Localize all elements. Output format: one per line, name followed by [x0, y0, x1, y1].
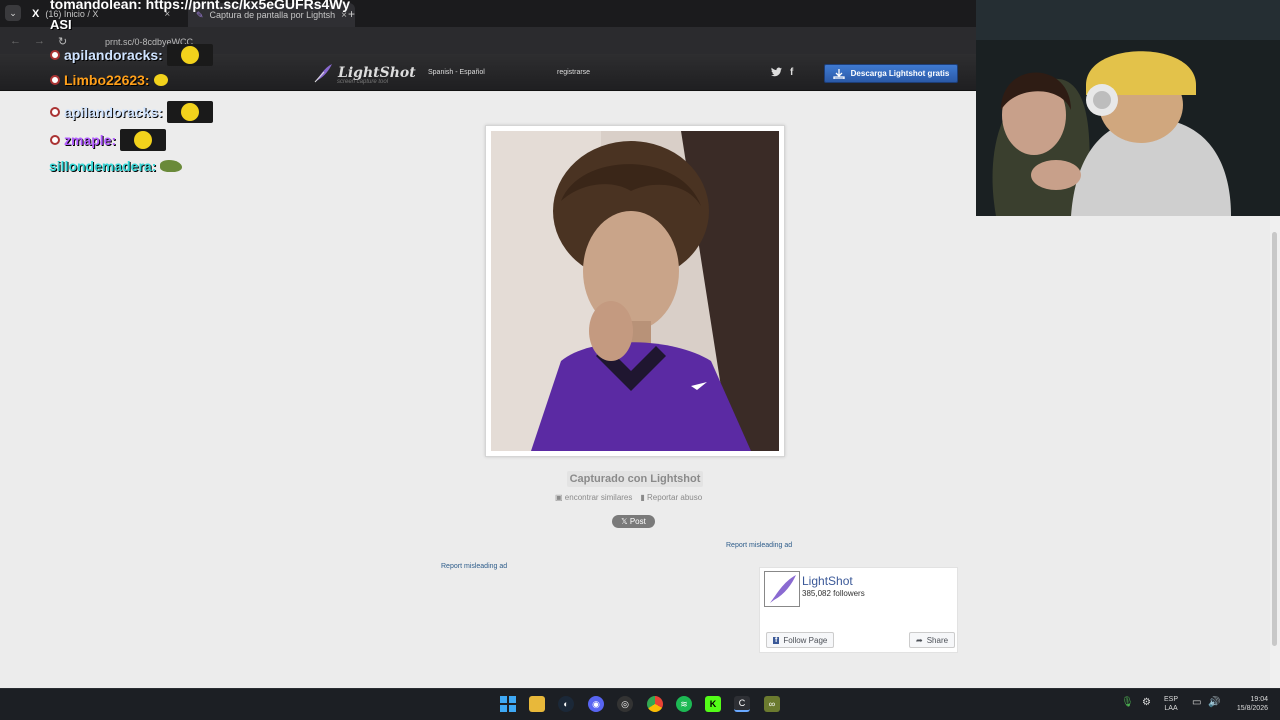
lightshot-app-icon[interactable]: C [734, 696, 750, 712]
keyboard-layout: LAA [1164, 705, 1178, 712]
report-abuse-link[interactable]: ▮ Reportar abuso [640, 493, 702, 502]
badge-icon [50, 75, 60, 85]
chat-message: apilandoracks: [50, 44, 213, 66]
follow-page-button[interactable]: f Follow Page [766, 632, 835, 648]
feather-logo-icon [770, 575, 796, 603]
register-link[interactable]: registrarse [557, 69, 590, 76]
forward-arrow-icon[interactable]: → [34, 35, 45, 47]
scrollbar-thumb[interactable] [1272, 232, 1277, 646]
chat-message: Limbo22623: [50, 72, 168, 88]
screenshot-image[interactable] [491, 131, 779, 451]
spotify-icon[interactable]: ≋ [676, 696, 692, 712]
social-links: f [771, 67, 793, 80]
post-label: Post [629, 517, 646, 526]
emote-icon [166, 44, 213, 66]
logo-subtitle: screen capture tool [337, 79, 389, 85]
badge-icon [50, 50, 60, 60]
find-similar-link[interactable]: ▣ encontrar similares [555, 493, 632, 502]
obs-icon[interactable]: ◎ [617, 696, 633, 712]
emote-icon [166, 101, 213, 123]
discord-icon[interactable]: ◉ [588, 696, 604, 712]
chat-username: apilandoracks: [64, 47, 163, 63]
language-code: ESP [1164, 696, 1179, 703]
chat-message: zmaple: [50, 129, 167, 151]
share-label: Share [926, 635, 949, 645]
chat-username: Limbo22623: [64, 72, 150, 88]
webcam-feed [976, 0, 1280, 216]
stream-title-overlay: tomandolean: https://prnt.sc/kx5eGUFRs4W… [50, 0, 351, 12]
chat-username: sillondemadera: [49, 158, 157, 174]
download-button-label: Descarga Lightshot gratis [850, 69, 950, 78]
portrait-photo [491, 131, 779, 451]
volume-icon[interactable]: 🔊 [1208, 697, 1220, 708]
screenshot-actions: ▣ encontrar similares ▮ Reportar abuso [555, 493, 702, 502]
chat-message: ASI [50, 17, 72, 32]
x-post-button[interactable]: 𝕏 Post [612, 515, 655, 528]
twitter-icon[interactable] [771, 67, 782, 80]
language-selector[interactable]: Spanish - Español [428, 69, 485, 76]
back-arrow-icon[interactable]: ← [10, 35, 21, 47]
find-similar-label: encontrar similares [564, 493, 633, 502]
system-clock[interactable]: 19:04 15/8/2026 [1228, 695, 1268, 713]
report-abuse-label: Reportar abuso [647, 493, 703, 502]
follow-page-label: Follow Page [783, 635, 828, 645]
steam-icon[interactable]: ◐ [558, 696, 574, 712]
chat-username: zmaple: [64, 132, 117, 148]
settings-icon[interactable]: ⚙ [1142, 697, 1151, 708]
network-icon[interactable]: ▭ [1192, 697, 1201, 708]
x-logo-icon: X [32, 8, 40, 20]
input-language-indicator[interactable]: ESP LAA [1164, 695, 1178, 713]
flag-icon: ▮ [640, 493, 645, 502]
webcam-image [976, 0, 1280, 216]
microphone-icon[interactable]: 🎙 [1121, 697, 1134, 708]
facebook-icon: f [773, 636, 780, 644]
badge-icon [50, 107, 60, 117]
emote-icon [120, 129, 167, 151]
chat-message: apilandoracks: [50, 101, 213, 123]
chat-username: apilandoracks: [64, 104, 163, 120]
tab-search-button[interactable]: ⌄ [5, 5, 21, 21]
report-misleading-ad-link[interactable]: Report misleading ad [441, 563, 507, 570]
share-icon: ➦ [916, 635, 923, 645]
captured-with-lightshot-label: Capturado con Lightshot [567, 471, 703, 487]
facebook-followers-count: 385,082 followers [802, 589, 865, 598]
download-icon [833, 68, 845, 79]
clock-time: 19:04 [1250, 696, 1268, 703]
windows-taskbar [0, 688, 1280, 720]
kick-icon[interactable]: K [705, 696, 721, 712]
file-explorer-icon[interactable] [529, 696, 545, 712]
chat-message: sillondemadera: [49, 158, 183, 174]
download-lightshot-button[interactable]: Descarga Lightshot gratis [824, 64, 958, 83]
report-misleading-ad-link[interactable]: Report misleading ad [726, 542, 792, 549]
camera-icon: ▣ [555, 493, 563, 502]
facebook-page-name[interactable]: LightShot [802, 574, 853, 588]
chrome-icon[interactable] [647, 696, 663, 712]
lightshot-avatar[interactable] [764, 571, 800, 607]
facebook-icon[interactable]: f [790, 67, 793, 80]
x-logo-icon: 𝕏 [621, 517, 630, 526]
share-button[interactable]: ➦ Share [909, 632, 956, 648]
feather-logo-icon [314, 64, 332, 83]
windows-start-icon[interactable] [500, 696, 516, 712]
emote-icon [160, 160, 183, 172]
badge-icon [50, 135, 60, 145]
clock-date: 15/8/2026 [1236, 705, 1268, 712]
app-icon[interactable]: ∞ [764, 696, 780, 712]
emote-icon [153, 74, 168, 86]
